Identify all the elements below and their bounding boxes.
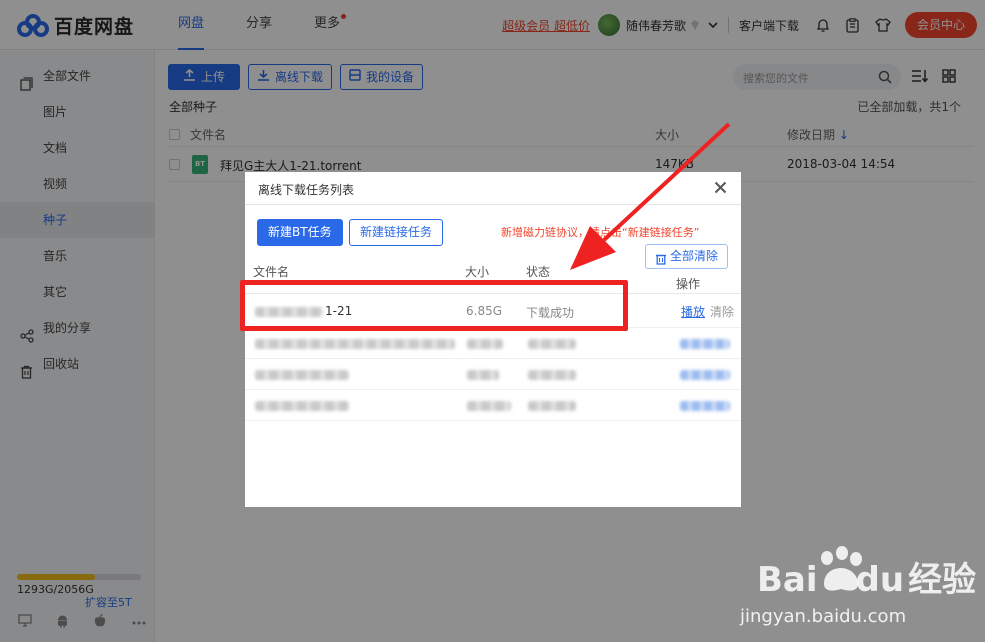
new-link-task-button[interactable]: 新建链接任务 bbox=[349, 219, 444, 246]
blurred-task-actions[interactable] bbox=[680, 370, 730, 380]
blurred-task-name bbox=[255, 370, 349, 380]
watermark-url: jingyan.baidu.com bbox=[740, 606, 907, 627]
task-row[interactable] bbox=[245, 390, 741, 421]
magnet-notice: 新增磁力链协议，请点击“新建链接任务” bbox=[501, 226, 700, 239]
blurred-task-actions[interactable] bbox=[680, 401, 730, 411]
blurred-task-name bbox=[255, 339, 455, 349]
new-bt-task-button[interactable]: 新建BT任务 bbox=[257, 219, 343, 246]
blurred-task-size bbox=[467, 370, 499, 380]
play-link[interactable]: 播放 bbox=[681, 303, 705, 320]
task-column-size: 大小 bbox=[465, 265, 490, 279]
blurred-task-status bbox=[528, 401, 576, 411]
clear-link[interactable]: 清除 bbox=[710, 303, 734, 320]
task-row[interactable] bbox=[245, 359, 741, 390]
close-icon[interactable] bbox=[714, 181, 728, 195]
blurred-task-status bbox=[528, 370, 576, 380]
task-row[interactable] bbox=[245, 328, 741, 359]
task-column-actions: 操作 bbox=[676, 277, 701, 291]
watermark-brand-part: Bai bbox=[757, 560, 818, 600]
dialog-header: 离线下载任务列表 bbox=[245, 172, 741, 205]
offline-download-dialog: 离线下载任务列表 新建BT任务 新建链接任务 新增磁力链协议，请点击“新建链接任… bbox=[245, 172, 741, 507]
blurred-task-size bbox=[467, 339, 503, 349]
watermark-brand-cn: 经验 bbox=[908, 560, 977, 600]
annotation-highlight-box bbox=[240, 280, 628, 331]
blurred-task-status bbox=[528, 339, 576, 349]
task-column-name: 文件名 bbox=[253, 265, 290, 279]
blurred-task-actions[interactable] bbox=[680, 339, 730, 349]
task-column-status: 状态 bbox=[526, 265, 551, 279]
baidu-jingyan-watermark: Bai du 经验 jingyan.baidu.com bbox=[740, 536, 985, 642]
blurred-task-size bbox=[467, 401, 511, 411]
blurred-task-name bbox=[255, 401, 349, 411]
dialog-title: 离线下载任务列表 bbox=[258, 183, 355, 197]
baidu-paw-icon bbox=[821, 546, 862, 591]
